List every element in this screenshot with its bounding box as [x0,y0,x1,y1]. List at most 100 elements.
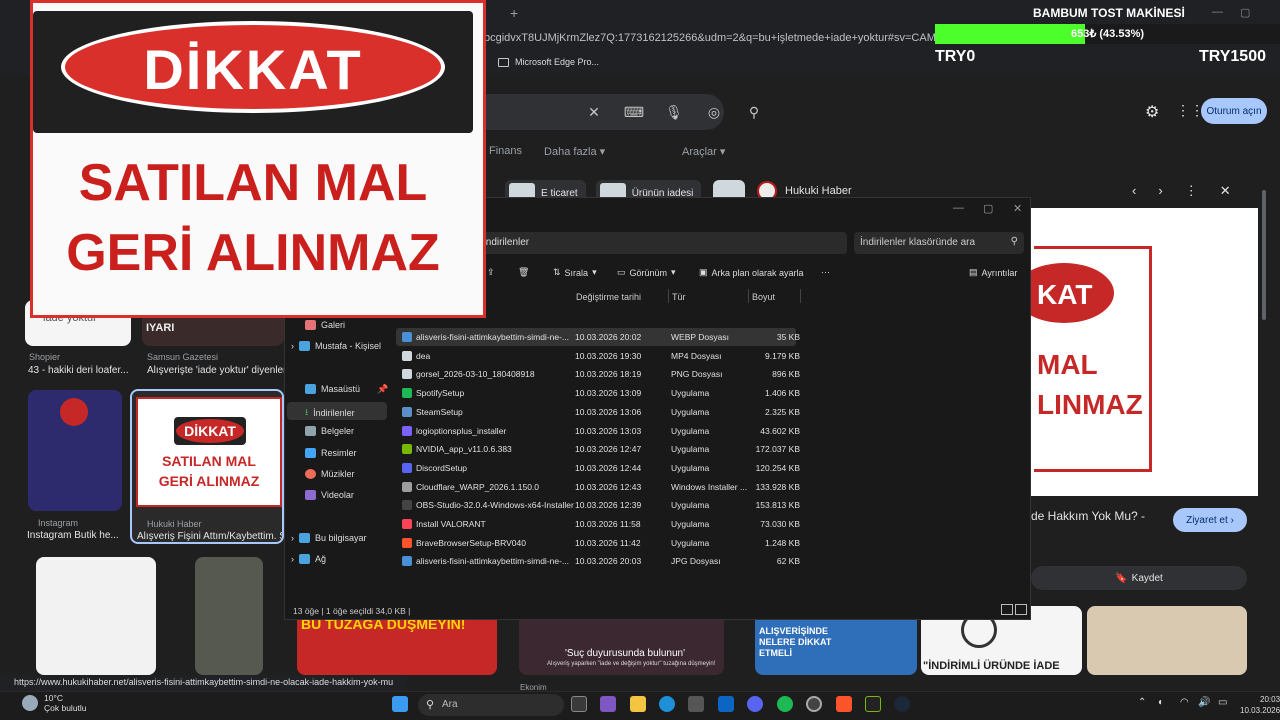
file-row[interactable]: dea 10.03.2026 19:30 MP4 Dosyası 9.179 KB [396,347,800,365]
nav-gallery[interactable]: Galeri [305,320,345,330]
more-vert-icon[interactable]: ⋮ [1185,183,1198,199]
result-thumb-instagram[interactable] [28,390,122,511]
next-icon[interactable]: › [1158,183,1162,199]
nav-personal[interactable]: › Mustafa - Kişisel [291,341,381,351]
minimize-icon[interactable]: — [1212,6,1223,18]
copilot-icon[interactable] [600,696,616,712]
lens-icon[interactable]: ◎ [702,100,726,124]
keyboard-icon[interactable]: ⌨ [622,100,646,124]
maximize-icon[interactable]: ▢ [983,202,993,215]
tray-app-icon[interactable]: ◐ [1158,697,1164,708]
search-icon[interactable]: ⚲ [742,100,766,124]
details-pane-button[interactable]: ▤ Ayrıntılar [969,267,1017,278]
file-row[interactable]: Cloudflare_WARP_2026.1.150.0 10.03.2026 1… [396,478,800,496]
prev-icon[interactable]: ‹ [1132,183,1136,199]
col-size[interactable]: Boyut [752,292,775,302]
close-icon[interactable]: ✕ [1220,183,1231,199]
delete-icon[interactable]: 🗑 [518,267,529,278]
task-view-icon[interactable] [571,696,587,712]
result-caption[interactable]: Alışveriş Fişini Attım/Kaybettim. Ş... [137,531,282,542]
details-view-icon[interactable] [1001,604,1013,615]
bookmark-item[interactable]: Microsoft Edge Pro... [498,57,599,67]
file-row[interactable]: BraveBrowserSetup-BRV040 10.03.2026 11:42… [396,534,800,552]
result-caption[interactable]: 43 - hakiki deri loafer... [28,365,129,376]
battery-icon[interactable]: ▭ [1218,697,1227,708]
volume-icon[interactable]: 🔊 [1198,697,1210,708]
file-row[interactable]: NVIDIA_app_v11.0.6.383 10.03.2026 12:47 Uy… [396,440,800,458]
sort-button[interactable]: ⇅ Sırala ▾ [553,267,597,278]
filter-more[interactable]: Daha fazla ▾ [544,145,605,158]
nav-videos[interactable]: Videolar [305,490,354,500]
maximize-icon[interactable]: ▢ [1240,6,1250,19]
outlook-icon[interactable] [718,696,734,712]
new-tab-button[interactable]: + [510,5,518,21]
weather-widget[interactable]: 10°C Çok bulutlu [22,693,87,713]
store-icon[interactable] [688,696,704,712]
file-row[interactable]: SteamSetup 10.03.2026 13:06 Uygulama 2.325 … [396,403,800,421]
more-options-button[interactable]: ··· [821,267,830,277]
share-icon[interactable]: ⇪ [487,267,495,278]
steam-icon[interactable] [894,696,910,712]
result-thumb-cart[interactable] [1087,606,1247,675]
clock[interactable]: 20:03 10.03.2026 [1240,694,1280,716]
nav-pictures[interactable]: Resimler [305,448,357,458]
file-row[interactable]: SpotifySetup 10.03.2026 13:09 Uygulama 1.40… [396,384,800,402]
edge-icon[interactable] [659,696,675,712]
result-thumb-chat[interactable] [36,557,156,675]
set-wallpaper-button[interactable]: ▣ Arka plan olarak ayarla [699,267,804,278]
nvidia-icon[interactable] [865,696,881,712]
file-row[interactable]: DiscordSetup 10.03.2026 12:44 Uygulama 120.… [396,459,800,477]
thumb-text: 'Suç duyurusunda bulunun' [565,648,686,659]
file-row[interactable]: gorsel_2026-03-10_180408918 10.03.2026 18… [396,365,800,383]
file-row[interactable]: alisveris-fisini-attimkaybettim-simdi-ne… [396,552,800,570]
taskbar-search[interactable]: ⚲ Ara [418,694,564,716]
settings-gear-icon[interactable]: ⚙ [1145,102,1159,122]
sign-in-button[interactable]: Oturum açın [1201,98,1267,124]
filter-finance[interactable]: Finans [489,145,522,158]
nav-thispc[interactable]: › Bu bilgisayar [291,533,367,543]
view-button[interactable]: ▭ Görünüm ▾ [617,267,676,278]
result-caption[interactable]: Alışverişte 'iade yoktur' diyenler... [147,365,294,376]
page-scrollbar[interactable] [1262,190,1266,320]
file-row[interactable]: alisveris-fisini-attimkaybettim-simdi-ne… [396,328,800,346]
close-icon[interactable]: ✕ [1013,202,1022,215]
col-type[interactable]: Tür [672,292,686,302]
save-button[interactable]: 🔖 Kaydet [1031,566,1247,590]
result-thumb-chat2[interactable] [195,557,263,675]
result-caption[interactable]: Instagram Butik he... [27,530,119,541]
tools-menu[interactable]: Araçlar ▾ [682,145,725,158]
file-type-icon [402,332,412,342]
nav-desktop[interactable]: Masaüstü [305,384,360,394]
file-row[interactable]: OBS-Studio-32.0.4-Windows-x64-Installer 1… [396,496,800,514]
file-row[interactable]: Install VALORANT 10.03.2026 11:58 Uygulama… [396,515,800,533]
discord-icon[interactable] [747,696,763,712]
preview-source[interactable]: Hukuki Haber [785,185,852,197]
tray-chevron-icon[interactable]: ⌃ [1138,697,1146,708]
start-windows-icon[interactable] [392,696,408,712]
explorer-search[interactable]: İndirilenler klasöründe ara ⚲ [854,232,1024,254]
apps-grid-icon[interactable]: ⋮⋮ [1176,102,1204,119]
nav-network[interactable]: › Ağ [291,554,326,564]
nav-downloads[interactable]: ⭳ İndirilenler [305,405,355,421]
explorer-address[interactable]: İndirilenler [475,232,847,254]
minimize-icon[interactable]: — [953,202,964,214]
url-text[interactable]: bcgidvxT8UJMjKrmZlez7Q:1773162125266&udm… [484,32,1012,44]
col-date[interactable]: Değiştirme tarihi [576,292,641,302]
clear-icon[interactable]: ✕ [582,100,606,124]
wifi-icon[interactable]: ◠ [1180,697,1189,708]
file-row[interactable]: logioptionsplus_installer 10.03.2026 13:0… [396,422,800,440]
preview-title[interactable]: de Hakkım Yok Mu? - [1031,509,1145,523]
tiles-view-icon[interactable] [1015,604,1027,615]
nav-music[interactable]: Müzikler [305,469,355,479]
spotify-icon[interactable] [777,696,793,712]
file-name: gorsel_2026-03-10_180408918 [416,369,535,380]
file-type-icon [402,462,412,473]
result-thumb-hukuki-selected[interactable]: DİKKAT SATILAN MAL GERİ ALINMAZ Hukuki H… [130,389,284,544]
brave-icon[interactable] [836,696,852,712]
nav-documents[interactable]: Belgeler [305,426,354,436]
sign-title: DİKKAT [176,419,244,443]
obs-icon[interactable] [806,696,822,712]
microphone-icon[interactable]: 🎙 [662,100,686,124]
file-explorer-icon[interactable] [630,696,646,712]
visit-button[interactable]: Ziyaret et › [1173,508,1247,532]
